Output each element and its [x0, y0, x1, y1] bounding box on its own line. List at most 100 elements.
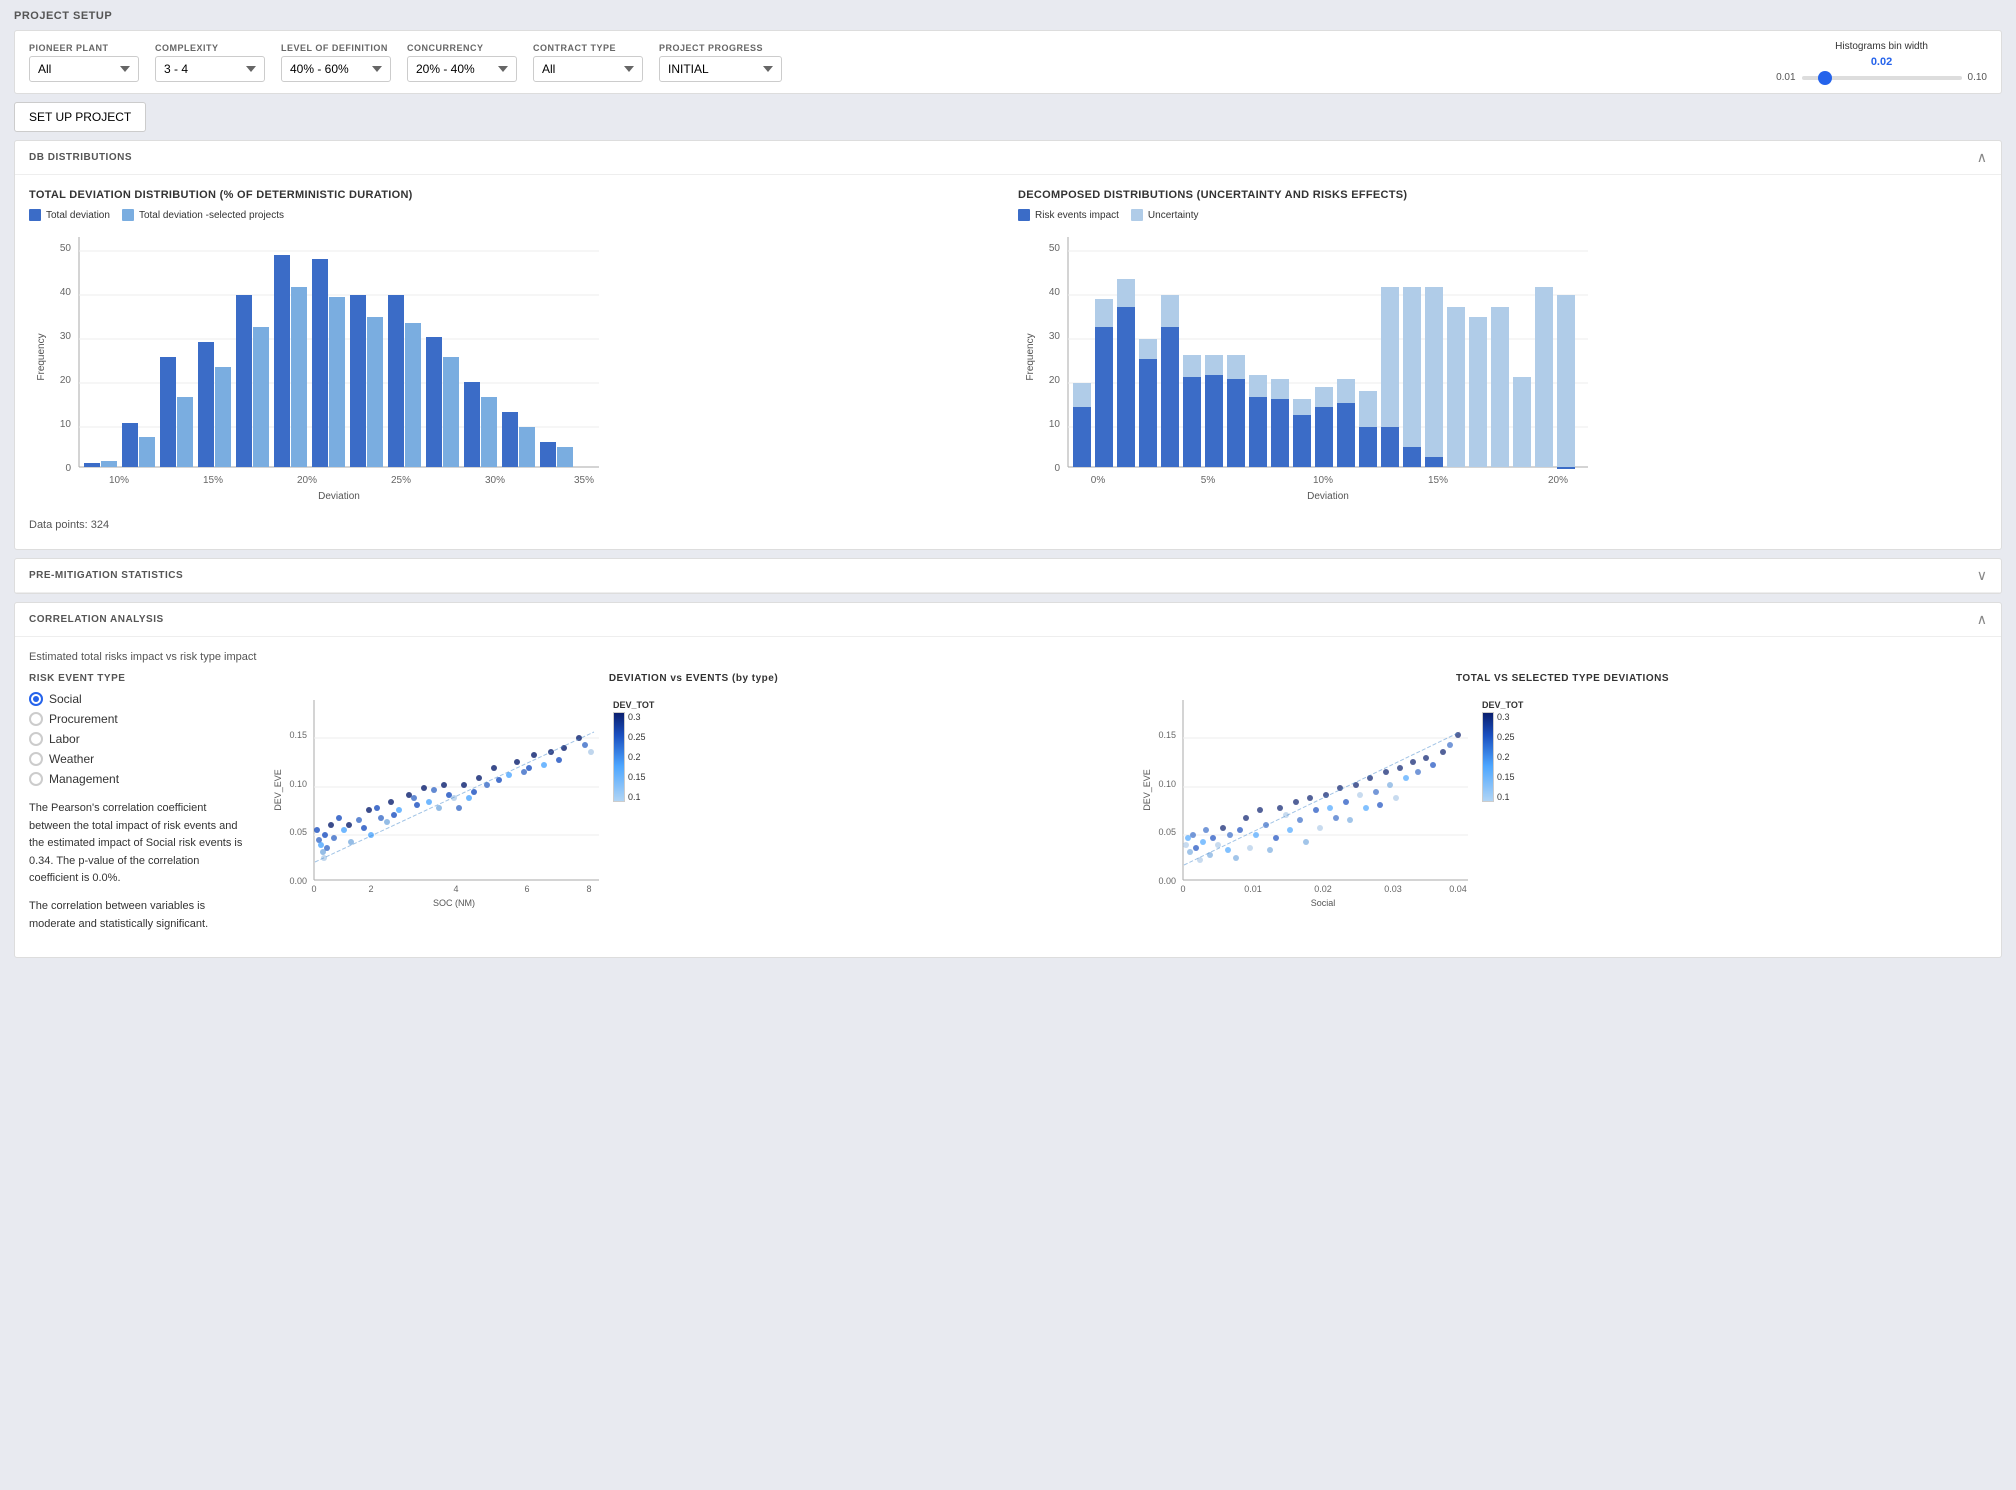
concurrency-select[interactable]: All20% - 40%40% - 60% [407, 56, 517, 82]
histogram-bin-label: Histograms bin width [1776, 41, 1987, 52]
radio-procurement[interactable]: Procurement [29, 712, 249, 726]
corr-desc-p2: The correlation between variables is mod… [29, 898, 249, 933]
db-distributions-header: DB DISTRIBUTIONS ∧ [15, 141, 2001, 175]
svg-text:20%: 20% [297, 475, 317, 486]
svg-text:0.10: 0.10 [1158, 779, 1176, 789]
scatter2-title: TOTAL VS SELECTED TYPE DEVIATIONS [1138, 673, 1987, 684]
histogram-bin-value: 0.02 [1776, 56, 1987, 68]
svg-text:50: 50 [60, 243, 72, 254]
svg-text:0.03: 0.03 [1384, 884, 1402, 894]
svg-text:15%: 15% [1428, 475, 1448, 486]
legend-risk-impact: Risk events impact [1018, 209, 1119, 221]
filter-bar: PIONEER PLANT AllYesNo COMPLEXITY All3 -… [14, 30, 2002, 94]
svg-text:Frequency: Frequency [36, 333, 47, 380]
db-distributions-chevron[interactable]: ∧ [1977, 149, 1987, 166]
concurrency-label: CONCURRENCY [407, 43, 517, 53]
pre-mitigation-section: PRE-MITIGATION STATISTICS ∨ [14, 558, 2002, 594]
legend-label-risk: Risk events impact [1035, 210, 1119, 221]
total-deviation-chart: TOTAL DEVIATION DISTRIBUTION (% of deter… [29, 189, 998, 535]
filter-row: PIONEER PLANT AllYesNo COMPLEXITY All3 -… [29, 41, 1987, 83]
svg-text:0.02: 0.02 [1314, 884, 1332, 894]
histogram-control: Histograms bin width 0.02 0.01 0.10 [1776, 41, 1987, 83]
radio-social[interactable]: Social [29, 692, 249, 706]
svg-text:2: 2 [368, 884, 373, 894]
level-definition-select[interactable]: All20% - 40%40% - 60% [281, 56, 391, 82]
svg-text:0.10: 0.10 [289, 779, 307, 789]
svg-text:20: 20 [1049, 375, 1061, 386]
setup-project-button[interactable]: SET UP PROJECT [14, 102, 146, 132]
pioneer-plant-group: PIONEER PLANT AllYesNo [29, 43, 139, 82]
svg-text:0.00: 0.00 [289, 876, 307, 886]
db-distributions-body: TOTAL DEVIATION DISTRIBUTION (% of deter… [15, 175, 2001, 549]
complexity-select[interactable]: All3 - 45 - 6 [155, 56, 265, 82]
colorbar-tick-01: 0.1 [628, 792, 646, 802]
svg-text:10%: 10% [1313, 475, 1333, 486]
radio-circle-social [29, 692, 43, 706]
colorbar-tick-015: 0.15 [628, 772, 646, 782]
histogram-slider[interactable] [1802, 76, 1962, 80]
correlation-chevron[interactable]: ∧ [1977, 611, 1987, 628]
radio-label-procurement: Procurement [49, 712, 118, 726]
svg-text:0: 0 [1180, 884, 1185, 894]
correlation-body: Estimated total risks impact vs risk typ… [15, 637, 2001, 957]
scatter2-colorbar-tick-015: 0.15 [1497, 772, 1515, 782]
svg-text:30: 30 [60, 331, 72, 342]
radio-management[interactable]: Management [29, 772, 249, 786]
radio-label-labor: Labor [49, 732, 80, 746]
svg-text:DEV_EVE: DEV_EVE [273, 769, 283, 811]
svg-text:Deviation: Deviation [1307, 491, 1349, 502]
legend-label-selected: Total deviation -selected projects [139, 210, 284, 221]
svg-text:0.05: 0.05 [1158, 827, 1176, 837]
legend-total-deviation-selected: Total deviation -selected projects [122, 209, 284, 221]
radio-dot-social [33, 696, 39, 702]
radio-circle-weather [29, 752, 43, 766]
svg-text:4: 4 [453, 884, 458, 894]
legend-box-total-deviation [29, 209, 41, 221]
radio-circle-management [29, 772, 43, 786]
correlation-description: The Pearson's correlation coefficient be… [29, 800, 249, 933]
svg-text:0: 0 [65, 463, 71, 474]
decomposed-title: DECOMPOSED DISTRIBUTIONS (uncertainty an… [1018, 189, 1987, 201]
contract-type-select[interactable]: AllEPCEPCM [533, 56, 643, 82]
colorbar-tick-03: 0.3 [628, 712, 646, 722]
scatter2-colorbar-tick-025: 0.25 [1497, 732, 1515, 742]
scatter2-colorbar-tick-01: 0.1 [1497, 792, 1515, 802]
legend-box-uncertainty [1131, 209, 1143, 221]
svg-text:0%: 0% [1091, 475, 1106, 486]
level-definition-group: LEVEL OF DEFINITION All20% - 40%40% - 60… [281, 43, 391, 82]
radio-labor[interactable]: Labor [29, 732, 249, 746]
scatter1-colorbar [613, 712, 625, 802]
svg-text:0: 0 [1054, 463, 1060, 474]
slider-min: 0.01 [1776, 72, 1795, 83]
level-definition-label: LEVEL OF DEFINITION [281, 43, 391, 53]
risk-type-radio-group: Social Procurement Labor Weather [29, 692, 249, 786]
correlation-header: CORRELATION ANALYSIS ∧ [15, 603, 2001, 637]
pioneer-plant-label: PIONEER PLANT [29, 43, 139, 53]
scatter2-colorbar-label: DEV_TOT [1482, 700, 1523, 710]
svg-text:10%: 10% [109, 475, 129, 486]
radio-weather[interactable]: Weather [29, 752, 249, 766]
slider-max: 0.10 [1968, 72, 1987, 83]
svg-text:35%: 35% [574, 475, 594, 486]
radio-label-weather: Weather [49, 752, 94, 766]
svg-text:5%: 5% [1201, 475, 1216, 486]
project-progress-select[interactable]: INITIALINTERMEDIATEFINAL [659, 56, 782, 82]
decomposed-chart: DECOMPOSED DISTRIBUTIONS (uncertainty an… [1018, 189, 1987, 535]
legend-box-selected [122, 209, 134, 221]
total-deviation-legend: Total deviation Total deviation -selecte… [29, 209, 998, 221]
legend-total-deviation: Total deviation [29, 209, 110, 221]
correlation-left-panel: Risk event type Social Procurement [29, 673, 249, 943]
svg-text:20%: 20% [1548, 475, 1568, 486]
svg-text:0.00: 0.00 [1158, 876, 1176, 886]
legend-label-total: Total deviation [46, 210, 110, 221]
pre-mitigation-chevron[interactable]: ∨ [1977, 567, 1987, 584]
project-progress-label: PROJECT PROGRESS [659, 43, 782, 53]
risk-event-type-label: Risk event type [29, 673, 249, 684]
concurrency-group: CONCURRENCY All20% - 40%40% - 60% [407, 43, 517, 82]
pre-mitigation-title: PRE-MITIGATION STATISTICS [29, 570, 183, 581]
db-distributions-section: DB DISTRIBUTIONS ∧ TOTAL DEVIATION DISTR… [14, 140, 2002, 550]
scatter1-colorbar-label: DEV_TOT [613, 700, 654, 710]
pioneer-plant-select[interactable]: AllYesNo [29, 56, 139, 82]
svg-text:0.05: 0.05 [289, 827, 307, 837]
correlation-layout: Risk event type Social Procurement [29, 673, 1987, 943]
